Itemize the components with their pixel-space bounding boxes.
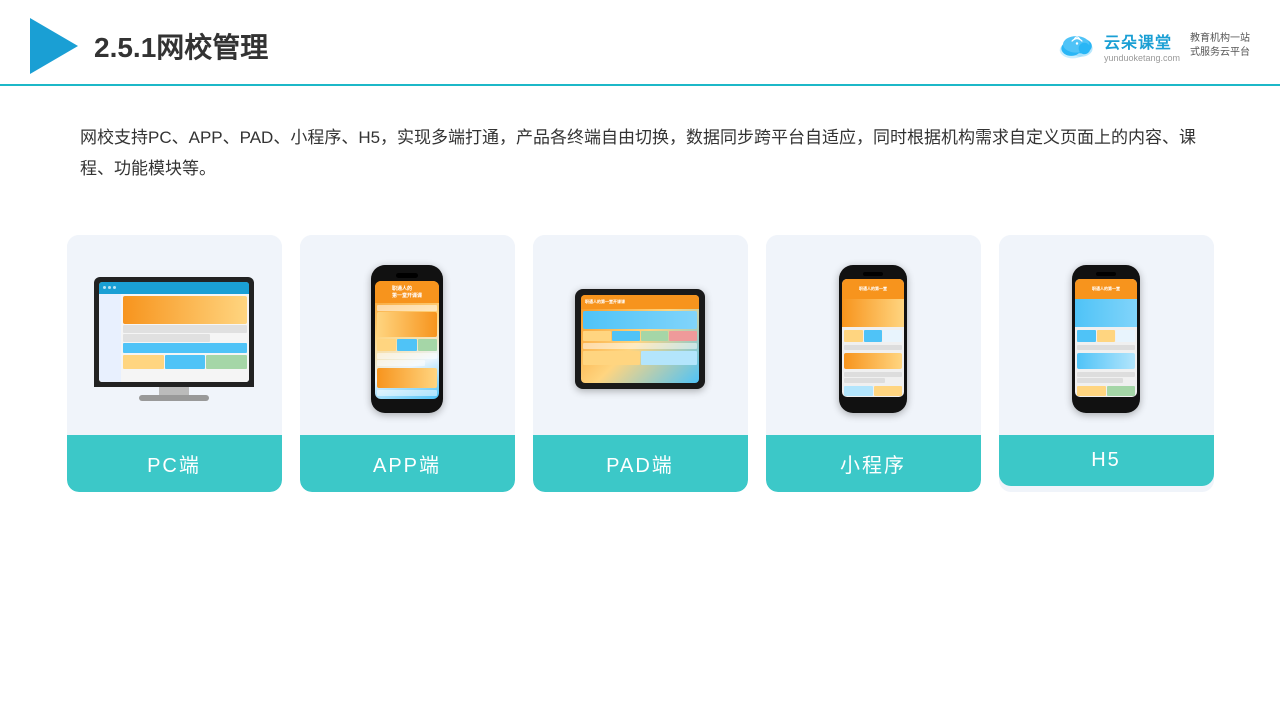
h5-device-icon: 职通人的第一堂 — [1072, 265, 1140, 413]
card-pad-image: 职通人的第一堂开课课 — [533, 235, 748, 435]
card-pc: PC端 — [67, 235, 282, 492]
miniphone-device-icon: 职通人的第一堂 — [839, 265, 907, 413]
card-app-image: 职通人的第一堂开课课 — [300, 235, 515, 435]
phone-device-icon: 职通人的第一堂开课课 — [371, 265, 443, 413]
logo-triangle-icon — [30, 18, 78, 74]
card-pad: 职通人的第一堂开课课 — [533, 235, 748, 492]
page-title: 2.5.1网校管理 — [94, 26, 268, 66]
card-miniapp-image: 职通人的第一堂 — [766, 235, 981, 435]
header: 2.5.1网校管理 云朵课堂 yunduoketang.com 教 — [0, 0, 1280, 86]
card-h5-image: 职通人的第一堂 — [999, 235, 1214, 435]
card-miniapp: 职通人的第一堂 — [766, 235, 981, 492]
header-left: 2.5.1网校管理 — [30, 18, 268, 74]
brand-url: yunduoketang.com — [1104, 53, 1180, 63]
card-pc-label: PC端 — [67, 435, 282, 492]
brand-text: 云朵课堂 yunduoketang.com — [1104, 29, 1180, 63]
description-text: 网校支持PC、APP、PAD、小程序、H5，实现多端打通，产品各终端自由切换，数… — [0, 86, 1280, 205]
card-app: 职通人的第一堂开课课 — [300, 235, 515, 492]
cards-container: PC端 职通人的第一堂开课课 — [0, 215, 1280, 492]
pc-device-icon — [94, 277, 254, 401]
brand-logo: 云朵课堂 yunduoketang.com 教育机构一站式服务云平台 — [1056, 29, 1250, 63]
tablet-device-icon: 职通人的第一堂开课课 — [575, 289, 705, 389]
card-app-label: APP端 — [300, 435, 515, 492]
brand-name: 云朵课堂 — [1104, 29, 1172, 53]
header-right: 云朵课堂 yunduoketang.com 教育机构一站式服务云平台 — [1056, 29, 1250, 63]
card-pc-image — [67, 235, 282, 435]
card-pad-label: PAD端 — [533, 435, 748, 492]
cloud-logo-icon — [1056, 32, 1098, 60]
card-h5-label: H5 — [999, 435, 1214, 486]
brand-tagline: 教育机构一站式服务云平台 — [1190, 32, 1250, 60]
card-miniapp-label: 小程序 — [766, 435, 981, 492]
card-h5: 职通人的第一堂 — [999, 235, 1214, 492]
